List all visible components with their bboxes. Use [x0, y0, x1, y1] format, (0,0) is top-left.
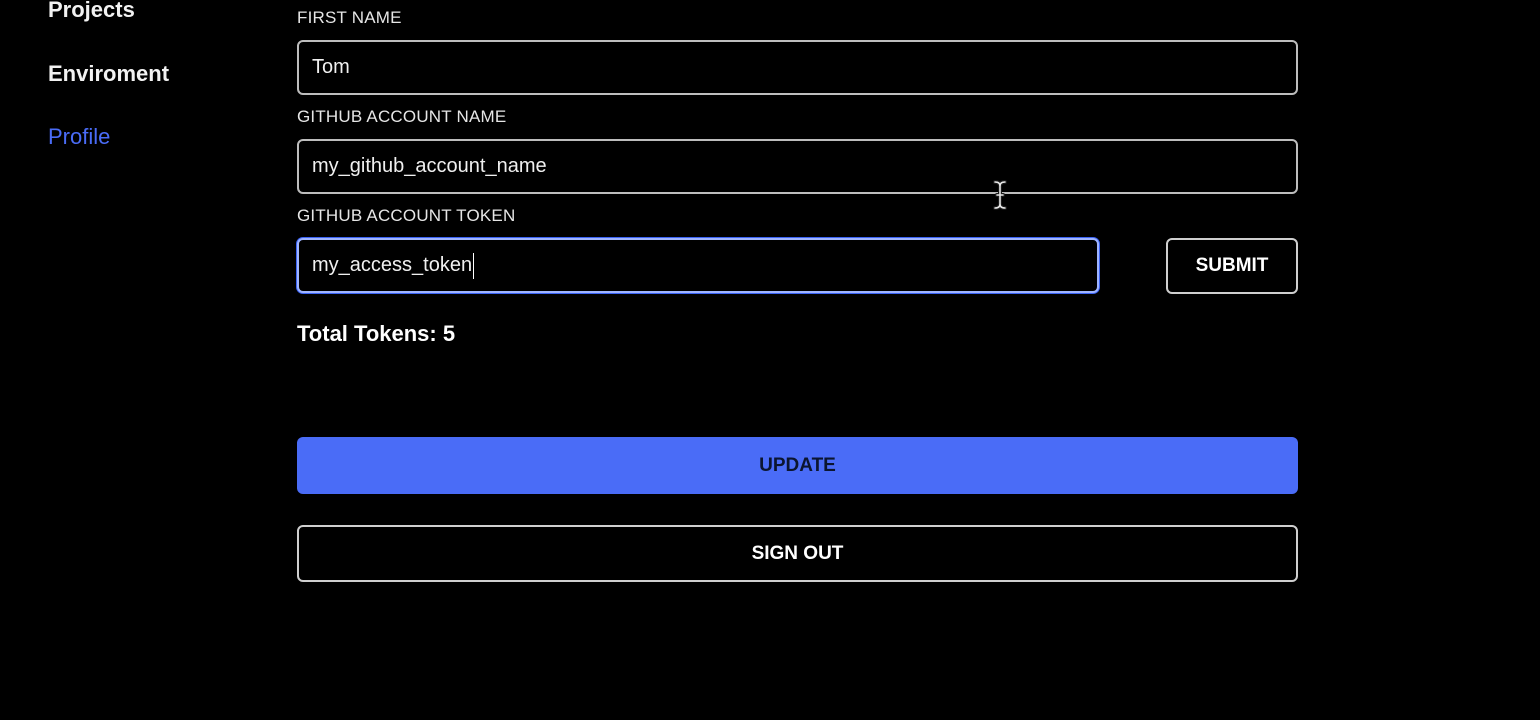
text-caret — [473, 252, 475, 279]
first-name-field[interactable]: Tom — [297, 40, 1298, 95]
first-name-value: Tom — [312, 56, 350, 78]
total-tokens-text: Total Tokens: 5 — [297, 321, 456, 346]
github-account-token-label: GITHUB ACCOUNT TOKEN — [297, 206, 516, 225]
profile-page: Projects Enviroment Profile FIRST NAME T… — [0, 0, 1540, 720]
github-account-token-field[interactable]: my_access_token — [297, 238, 1099, 293]
text-cursor-icon — [993, 180, 1007, 210]
sidebar-item-projects[interactable]: Projects — [48, 0, 135, 23]
sign-out-button[interactable]: SIGN OUT — [297, 525, 1298, 582]
github-account-name-value: my_github_account_name — [312, 155, 547, 177]
sidebar-item-environment[interactable]: Enviroment — [48, 61, 169, 87]
github-account-name-label: GITHUB ACCOUNT NAME — [297, 107, 507, 126]
submit-button[interactable]: SUBMIT — [1166, 238, 1298, 294]
update-button[interactable]: UPDATE — [297, 437, 1298, 494]
first-name-label: FIRST NAME — [297, 8, 402, 27]
sidebar-item-profile[interactable]: Profile — [48, 124, 110, 150]
github-account-name-field[interactable]: my_github_account_name — [297, 139, 1298, 194]
github-account-token-value: my_access_token — [312, 254, 473, 276]
